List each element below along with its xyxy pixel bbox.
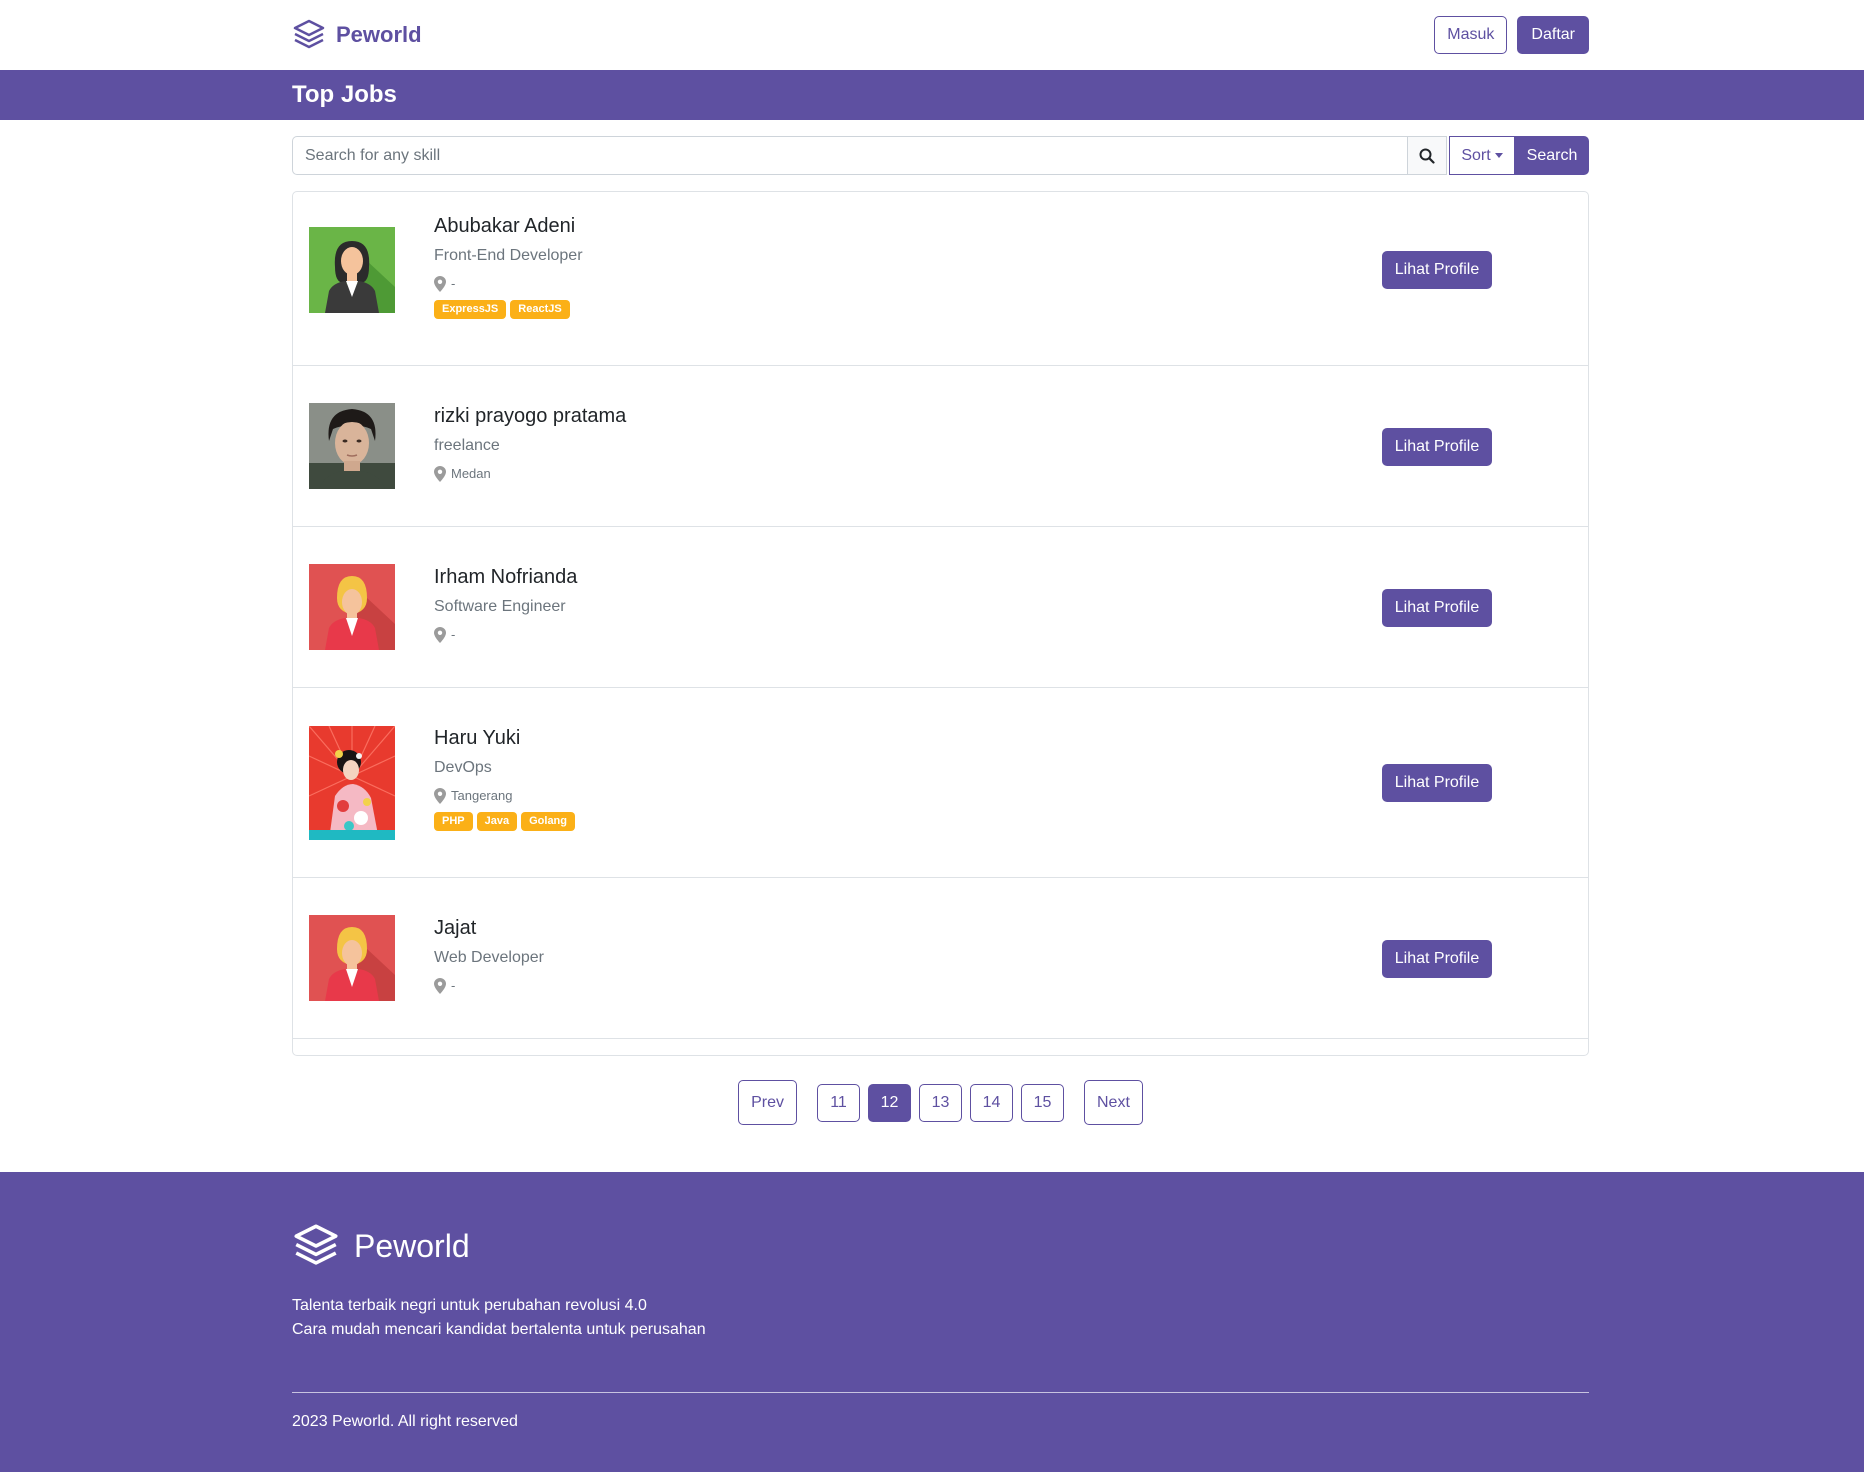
sort-dropdown[interactable]: Sort — [1449, 136, 1515, 175]
candidate-list: Abubakar Adeni Front-End Developer - Exp… — [292, 191, 1589, 1056]
location-text: - — [451, 978, 456, 993]
sort-label: Sort — [1461, 146, 1491, 164]
candidate-name: Haru Yuki — [434, 727, 521, 749]
page-button-15[interactable]: 15 — [1021, 1083, 1064, 1122]
candidate-job: Software Engineer — [434, 598, 566, 615]
next-page-button[interactable]: Next — [1084, 1080, 1143, 1125]
search-input[interactable] — [292, 136, 1407, 175]
view-profile-button[interactable]: Lihat Profile — [1382, 764, 1492, 802]
candidate-card: Jajat Web Developer - Lihat Profile — [293, 878, 1588, 1039]
search-icon — [1419, 148, 1435, 164]
footer-brand: Peworld — [292, 1222, 1589, 1270]
candidate-location: - — [434, 978, 544, 994]
view-profile-button[interactable]: Lihat Profile — [1382, 428, 1492, 466]
caret-down-icon — [1494, 153, 1503, 158]
footer: Peworld Talenta terbaik negri untuk peru… — [0, 1172, 1864, 1472]
location-text: Medan — [451, 466, 491, 481]
avatar — [309, 227, 395, 313]
page-banner: Top Jobs — [0, 70, 1864, 120]
skill-badge: PHP — [434, 812, 473, 831]
map-pin-icon — [434, 466, 446, 482]
footer-tagline: Talenta terbaik negri untuk perubahan re… — [292, 1294, 1589, 1342]
candidate-job: freelance — [434, 437, 500, 454]
page-button-11[interactable]: 11 — [817, 1083, 860, 1122]
avatar — [309, 403, 395, 489]
avatar — [309, 915, 395, 1001]
view-profile-button[interactable]: Lihat Profile — [1382, 589, 1492, 627]
search-bar: Sort Search — [292, 136, 1589, 175]
footer-copyright: 2023 Peworld. All right reserved — [292, 1413, 518, 1430]
login-button[interactable]: Masuk — [1434, 16, 1508, 54]
prev-page-button[interactable]: Prev — [738, 1080, 797, 1125]
search-icon-box[interactable] — [1407, 136, 1447, 175]
brand-name: Peworld — [336, 22, 422, 47]
candidate-card: Irham Nofrianda Software Engineer - Liha… — [293, 527, 1588, 688]
candidate-card: Haru Yuki DevOps Tangerang PHP Java Gola… — [293, 688, 1588, 878]
candidate-location: - — [434, 627, 577, 643]
candidate-name: Irham Nofrianda — [434, 566, 578, 588]
candidate-info: Haru Yuki DevOps Tangerang PHP Java Gola… — [434, 726, 575, 831]
brand-logo[interactable]: Peworld — [292, 18, 422, 52]
candidate-info: Abubakar Adeni Front-End Developer - Exp… — [434, 214, 583, 319]
footer-tagline-line-1: Talenta terbaik negri untuk perubahan re… — [292, 1297, 647, 1314]
layers-icon — [294, 1224, 338, 1265]
candidate-info: Irham Nofrianda Software Engineer - — [434, 565, 577, 643]
avatar — [309, 726, 395, 840]
page-button-14[interactable]: 14 — [970, 1083, 1013, 1122]
skill-badge: Golang — [521, 812, 575, 831]
footer-divider — [292, 1392, 1589, 1393]
page-button-12[interactable]: 12 — [868, 1083, 911, 1122]
skill-badge: ExpressJS — [434, 300, 507, 319]
main-content: Sort Search Abubakar Adeni Front-E — [292, 136, 1589, 1125]
map-pin-icon — [434, 978, 446, 994]
candidate-name: Jajat — [434, 917, 477, 939]
page-title: Top Jobs — [292, 81, 397, 108]
candidate-location: - — [434, 276, 583, 292]
register-button[interactable]: Daftar — [1517, 16, 1589, 54]
candidate-name: Abubakar Adeni — [434, 215, 576, 237]
candidate-job: Front-End Developer — [434, 247, 583, 264]
page-button-13[interactable]: 13 — [919, 1083, 962, 1122]
skill-list: PHP Java Golang — [434, 812, 575, 831]
footer-tagline-line-2: Cara mudah mencari kandidat bertalenta u… — [292, 1321, 706, 1338]
candidate-name: rizki prayogo pratama — [434, 405, 627, 427]
location-text: - — [451, 627, 456, 642]
navbar: Peworld Masuk Daftar — [0, 0, 1864, 70]
pagination: Prev 11 12 13 14 15 Next — [292, 1080, 1589, 1125]
candidate-info: Jajat Web Developer - — [434, 916, 544, 994]
candidate-location: Tangerang — [434, 788, 575, 804]
view-profile-button[interactable]: Lihat Profile — [1382, 251, 1492, 289]
map-pin-icon — [434, 788, 446, 804]
candidate-card: rizki prayogo pratama freelance Medan Li… — [293, 366, 1588, 527]
skill-list: ExpressJS ReactJS — [434, 300, 583, 319]
candidate-job: DevOps — [434, 759, 492, 776]
candidate-card: Abubakar Adeni Front-End Developer - Exp… — [293, 192, 1588, 366]
skill-badge: Java — [476, 812, 518, 831]
candidate-location: Medan — [434, 466, 626, 482]
footer-brand-name: Peworld — [354, 1227, 470, 1264]
location-text: Tangerang — [451, 788, 513, 803]
search-button[interactable]: Search — [1515, 136, 1589, 175]
location-text: - — [451, 276, 456, 291]
layers-icon — [293, 19, 325, 49]
map-pin-icon — [434, 276, 446, 292]
avatar — [309, 564, 395, 650]
candidate-info: rizki prayogo pratama freelance Medan — [434, 404, 626, 482]
candidate-job: Web Developer — [434, 949, 544, 966]
map-pin-icon — [434, 627, 446, 643]
view-profile-button[interactable]: Lihat Profile — [1382, 940, 1492, 978]
skill-badge: ReactJS — [510, 300, 570, 319]
